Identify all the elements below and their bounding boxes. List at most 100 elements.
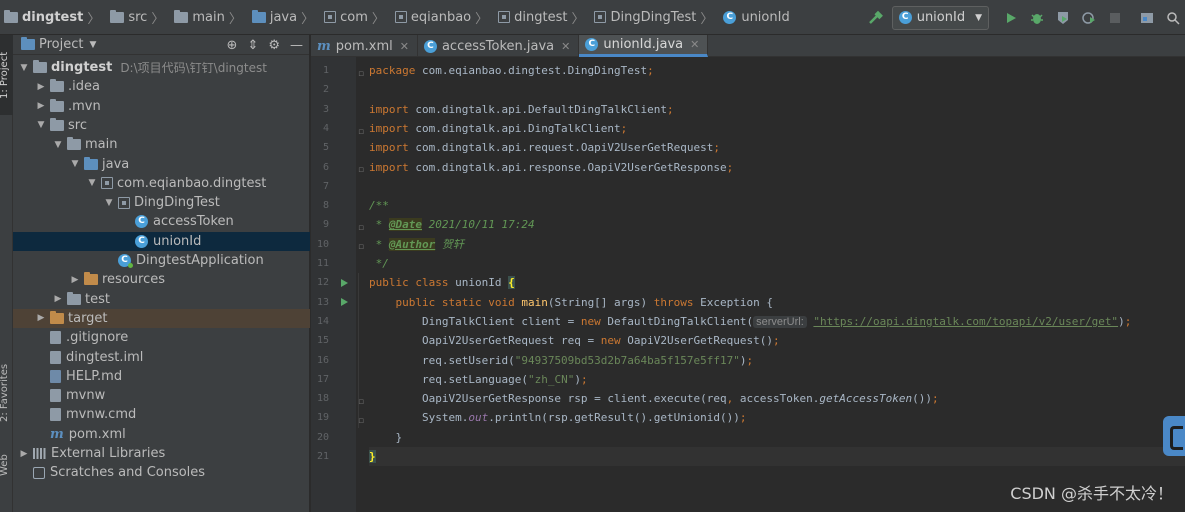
tree-item[interactable]: ▼ DingDingTest: [13, 193, 310, 212]
breadcrumb-item[interactable]: CunionId: [719, 0, 790, 35]
breadcrumb-item[interactable]: eqianbao 〉: [391, 0, 494, 35]
expand-arrow-icon[interactable]: ▼: [51, 140, 65, 150]
code-token: OapiV2UserGetRequest(): [627, 334, 773, 348]
breadcrumb-item[interactable]: com 〉: [320, 0, 391, 35]
fold-marker-icon[interactable]: ▫: [356, 242, 366, 252]
breadcrumb-item[interactable]: dingtest 〉: [0, 0, 106, 35]
run-gutter-icon[interactable]: [341, 278, 348, 287]
tree-item[interactable]: CaccessToken: [13, 212, 310, 231]
tree-item[interactable]: ▶ target: [13, 308, 310, 328]
close-icon[interactable]: ✕: [690, 38, 699, 51]
expand-arrow-icon[interactable]: ▼: [68, 159, 82, 169]
fold-marker-icon[interactable]: ▫: [356, 127, 366, 137]
code-token: ;: [647, 64, 654, 77]
breadcrumb-item[interactable]: java 〉: [248, 0, 320, 35]
tab-favorites[interactable]: 2: Favorites: [0, 353, 13, 433]
tree-item[interactable]: ▶ .mvn: [13, 97, 310, 116]
fold-marker-icon[interactable]: ▫: [356, 416, 366, 426]
tab-project[interactable]: 1: Project: [0, 35, 13, 115]
locate-target-icon[interactable]: ⊕: [227, 38, 238, 53]
tree-item[interactable]: ▶ test: [13, 290, 310, 309]
package-icon: [101, 177, 113, 190]
fold-marker-icon[interactable]: ▫: [356, 69, 366, 79]
package-icon: [324, 11, 337, 23]
fold-marker-icon[interactable]: ▫: [356, 223, 366, 233]
tree-item[interactable]: ▼ java: [13, 155, 310, 174]
breadcrumb-item[interactable]: src 〉: [106, 0, 170, 35]
watermark: CSDN @杀手不太冷！: [1010, 484, 1173, 503]
code-area[interactable]: package com.eqianbao.dingtest.DingDingTe…: [358, 57, 1185, 512]
tree-item[interactable]: CunionId: [13, 231, 310, 251]
tree-item[interactable]: Scratches and Consoles: [13, 463, 310, 482]
collapse-arrow-icon[interactable]: ▶: [34, 82, 48, 92]
editor-tab[interactable]: CaccessToken.java ✕: [418, 35, 580, 57]
code-token: ): [739, 353, 747, 367]
collapse-arrow-icon[interactable]: ▶: [34, 313, 48, 323]
expand-arrow-icon[interactable]: ▼: [17, 63, 31, 73]
tree-item-label: .mvn: [68, 98, 101, 114]
code-token: *: [369, 218, 389, 232]
tree-item-label: DingtestApplication: [136, 253, 264, 268]
editor: m pom.xml ✕ CaccessToken.java ✕ CunionId.java…: [311, 35, 1185, 512]
tree-item[interactable]: ▶ .idea: [13, 77, 310, 96]
tree-item[interactable]: dingtest.iml: [13, 348, 310, 367]
collapse-arrow-icon[interactable]: ▶: [17, 449, 31, 459]
editor-tab[interactable]: m pom.xml ✕: [311, 35, 418, 57]
project-structure-icon[interactable]: [1135, 6, 1159, 30]
tree-item[interactable]: ▼ main: [13, 135, 310, 154]
breadcrumb-label: DingDingTest: [610, 9, 697, 25]
close-icon[interactable]: ✕: [561, 40, 570, 53]
parameter-hint: serverUrl:: [753, 315, 807, 328]
breadcrumb-label: com: [340, 9, 368, 25]
run-configuration-select[interactable]: C unionId ▼: [891, 5, 989, 30]
profile-icon[interactable]: [1077, 6, 1101, 30]
code-line: }: [369, 447, 376, 466]
collapse-arrow-icon[interactable]: ▶: [51, 294, 65, 304]
search-icon[interactable]: [1161, 6, 1185, 30]
fold-marker-icon[interactable]: ▫: [356, 397, 366, 407]
project-view-select[interactable]: Project ▼: [21, 37, 96, 52]
debug-icon[interactable]: [1025, 6, 1049, 30]
code-line: req.setLanguage("zh_CN");: [369, 370, 588, 389]
run-icon[interactable]: [999, 6, 1023, 30]
stop-icon[interactable]: [1103, 6, 1127, 30]
breadcrumb-item[interactable]: dingtest 〉: [494, 0, 590, 35]
tree-item[interactable]: ▼ dingtest D:\项目代码\钉钉\dingtest: [13, 58, 310, 77]
code-token: import: [369, 102, 416, 116]
tree-item[interactable]: C DingtestApplication: [13, 251, 310, 270]
line-number: 9: [322, 219, 329, 231]
tree-item[interactable]: ▶ External Libraries: [13, 444, 310, 463]
tree-item[interactable]: m pom.xml: [13, 425, 310, 444]
tree-item[interactable]: ▶ resources: [13, 270, 310, 289]
code-token: ;: [620, 121, 628, 135]
tree-item[interactable]: .gitignore: [13, 328, 310, 347]
tree-item[interactable]: mvnw: [13, 386, 310, 405]
expand-arrow-icon[interactable]: ▼: [102, 198, 116, 208]
breadcrumb-item[interactable]: DingDingTest 〉: [590, 0, 719, 35]
code-token: ;: [713, 141, 720, 155]
coverage-icon[interactable]: [1051, 6, 1075, 30]
tab-web[interactable]: Web: [0, 445, 13, 485]
dingtalk-widget-icon[interactable]: [1163, 416, 1185, 456]
code-token: @Author: [388, 237, 436, 251]
collapse-arrow-icon[interactable]: ▶: [68, 275, 82, 285]
fold-marker-icon[interactable]: ▫: [356, 165, 366, 175]
gear-icon[interactable]: ⚙: [268, 38, 280, 53]
hide-panel-icon[interactable]: —: [290, 38, 303, 53]
close-icon[interactable]: ✕: [400, 40, 409, 53]
expand-arrow-icon[interactable]: ▼: [85, 178, 99, 188]
editor-tab[interactable]: CunionId.java ✕: [579, 35, 709, 57]
expand-arrow-icon[interactable]: ▼: [34, 120, 48, 130]
collapse-all-icon[interactable]: ⇕: [247, 38, 258, 53]
breadcrumb-item[interactable]: main 〉: [170, 0, 248, 35]
collapse-arrow-icon[interactable]: ▶: [34, 101, 48, 111]
breadcrumb: dingtest 〉 src 〉 main 〉 java 〉 com 〉 eqianbao 〉 ding…: [0, 0, 790, 35]
run-gutter-icon[interactable]: [341, 298, 348, 307]
build-hammer-icon[interactable]: [864, 6, 888, 30]
folder-icon: [67, 137, 81, 151]
tree-item[interactable]: ▼ com.eqianbao.dingtest: [13, 174, 310, 193]
tree-item[interactable]: ▼ src: [13, 116, 310, 135]
tree-item[interactable]: mvnw.cmd: [13, 405, 310, 424]
code-token: }: [369, 450, 376, 463]
tree-item[interactable]: HELP.md: [13, 367, 310, 386]
